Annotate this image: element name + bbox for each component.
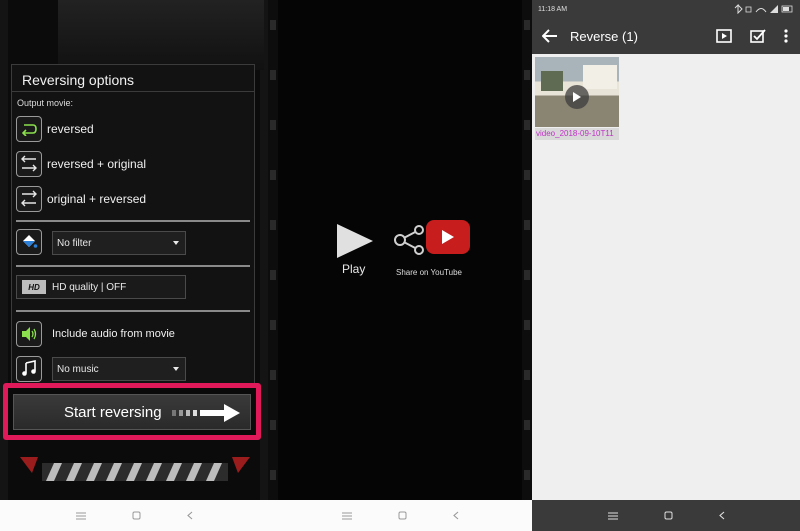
menu-icon[interactable] — [607, 512, 618, 520]
screenshot-root: Reversing options Output movie: reversed — [0, 0, 800, 531]
filter-select[interactable]: No filter — [52, 231, 186, 255]
dialog-title-divider — [12, 91, 254, 92]
youtube-icon[interactable] — [426, 220, 470, 254]
option-original-reversed[interactable]: original + reversed — [16, 184, 246, 214]
dialog-title: Reversing options — [22, 72, 135, 88]
option-reversed-original-label: reversed + original — [47, 157, 147, 171]
option-reversed-label: reversed — [47, 122, 94, 136]
option-original-reversed-label: original + reversed — [47, 192, 147, 206]
back-icon[interactable] — [186, 511, 193, 520]
play-icon[interactable] — [335, 222, 375, 260]
status-icons — [734, 4, 793, 14]
hd-quality-label: HD quality | OFF — [52, 281, 127, 293]
start-reversing-highlight: Start reversing — [3, 383, 261, 440]
home-icon[interactable] — [398, 511, 407, 520]
menu-icon[interactable] — [341, 512, 352, 520]
paint-bucket-icon — [16, 229, 42, 255]
reverse-arrow-icon — [16, 116, 42, 142]
film-strip-right — [260, 0, 268, 500]
status-bar: 11:18 AM — [532, 0, 800, 18]
play-overlay-icon — [565, 85, 589, 109]
app-bar-title: Reverse (1) — [570, 28, 638, 44]
original-reverse-icon — [16, 186, 42, 212]
reverse-original-icon — [16, 151, 42, 177]
status-time: 11:18 AM — [538, 5, 568, 13]
thumbnail-scene — [583, 65, 617, 89]
select-all-icon[interactable] — [750, 29, 766, 43]
divider — [16, 220, 250, 222]
start-reversing-button[interactable]: Start reversing — [13, 394, 251, 430]
playback-screen: Play Share on YouTube — [268, 0, 532, 500]
video-filename: video_2018-09-10T11 — [535, 128, 619, 140]
nav-bar-1 — [0, 500, 268, 531]
nav-bar-2 — [268, 500, 532, 531]
decorative-stripe-bar — [20, 457, 250, 481]
thumbnail-scene — [541, 71, 563, 91]
app-bar-actions — [716, 29, 788, 43]
share-on-youtube-label[interactable]: Share on YouTube — [396, 268, 462, 277]
back-arrow-icon[interactable] — [542, 29, 558, 43]
chevron-down-icon — [173, 367, 179, 371]
video-thumbnail[interactable] — [535, 57, 619, 127]
home-icon[interactable] — [664, 511, 673, 520]
back-icon[interactable] — [718, 511, 725, 520]
speaker-icon — [16, 321, 42, 347]
start-reversing-label: Start reversing — [64, 403, 162, 421]
nav-bar-3 — [532, 500, 800, 531]
include-audio-label: Include audio from movie — [52, 328, 175, 340]
more-options-icon[interactable] — [784, 29, 788, 43]
divider — [16, 265, 250, 267]
home-icon[interactable] — [132, 511, 141, 520]
gallery-screen: 11:18 AM Reverse (1) video_2018-09-10T11 — [532, 0, 800, 500]
menu-icon[interactable] — [75, 512, 86, 520]
back-icon[interactable] — [452, 511, 459, 520]
background-device — [58, 0, 264, 70]
filter-select-value: No filter — [57, 237, 92, 249]
hd-quality-toggle[interactable]: HD HD quality | OFF — [16, 275, 186, 299]
arrow-right-icon — [172, 404, 240, 422]
music-select-value: No music — [57, 363, 99, 375]
include-audio-option[interactable]: Include audio from movie — [16, 319, 246, 349]
output-movie-label: Output movie: — [17, 98, 74, 108]
film-strip-right — [522, 0, 532, 500]
hd-icon: HD — [22, 280, 46, 294]
chevron-down-icon — [173, 241, 179, 245]
music-note-icon — [16, 356, 42, 382]
option-reversed-original[interactable]: reversed + original — [16, 149, 246, 179]
share-icon[interactable] — [393, 225, 427, 255]
reversing-options-screen: Reversing options Output movie: reversed — [0, 0, 268, 500]
play-box-icon[interactable] — [716, 29, 732, 43]
film-strip-left — [268, 0, 278, 500]
reversing-options-dialog: Reversing options Output movie: reversed — [11, 64, 255, 389]
music-select[interactable]: No music — [52, 357, 186, 381]
option-reversed[interactable]: reversed — [16, 114, 246, 144]
app-bar: Reverse (1) — [532, 18, 800, 54]
divider — [16, 310, 250, 312]
play-label[interactable]: Play — [342, 262, 365, 276]
